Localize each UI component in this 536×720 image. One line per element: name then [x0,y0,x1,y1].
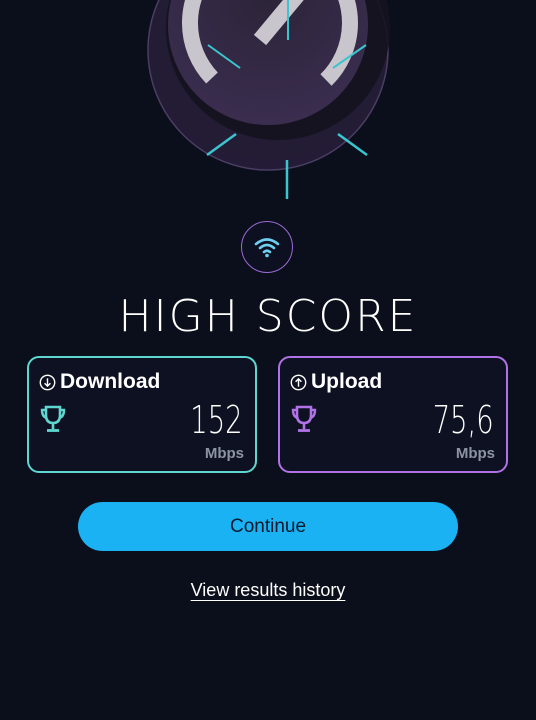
trophy-icon [40,405,66,432]
download-speed-unit: Mbps [204,445,244,462]
arrow-down-circle-icon [39,374,56,390]
continue-button[interactable]: Continue [78,502,458,551]
download-card: Download 152 Mbps [27,356,257,473]
speed-test-result-screen: HIGH SCORE Download 152 Mbps Upload 75,6… [0,0,536,720]
wifi-badge [241,221,293,273]
wifi-icon [254,238,280,258]
download-label: Download [60,370,161,393]
result-headline: HIGH SCORE [118,291,418,342]
upload-speed-value: 75,6 [433,398,494,442]
download-header: Download [39,370,160,394]
view-results-history-link[interactable]: View results history [0,580,536,601]
trophy-icon [291,405,317,432]
arrow-up-circle-icon [290,374,307,390]
upload-card: Upload 75,6 Mbps [278,356,508,473]
upload-label: Upload [311,370,383,393]
download-speed-value: 152 [190,398,243,442]
upload-header: Upload [290,370,382,394]
upload-speed-unit: Mbps [455,445,495,462]
speedometer-gauge [147,0,390,199]
